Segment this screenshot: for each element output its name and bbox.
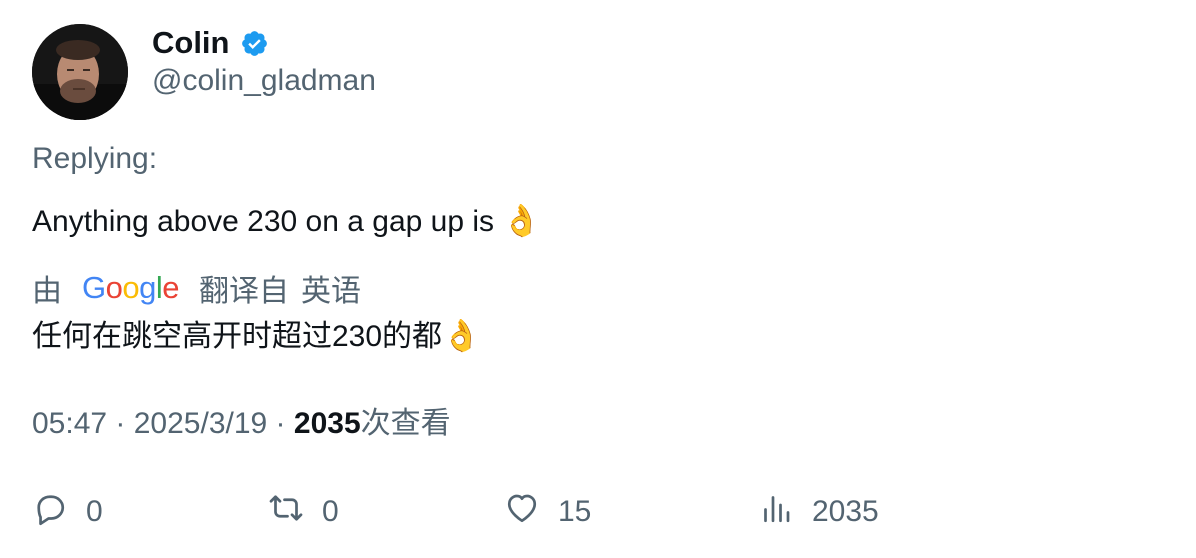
tweet-meta: 05:47 · 2025/3/19 · 2035次查看 — [32, 404, 451, 444]
retweet-button[interactable]: 0 — [268, 488, 339, 536]
views-button[interactable]: 2035 — [758, 488, 879, 536]
tweet: Colin @colin_gladman Replying: Anything … — [0, 0, 1196, 558]
google-logo: Google — [82, 270, 180, 305]
views-action-count: 2035 — [812, 495, 879, 528]
avatar-photo — [32, 24, 128, 120]
translation-attribution: 由 Google 翻译自 英语 — [32, 268, 361, 308]
like-count: 15 — [558, 495, 592, 528]
reply-count: 0 — [86, 495, 103, 528]
tweet-date[interactable]: 2025/3/19 — [134, 407, 267, 440]
replying-label: Replying: — [32, 142, 158, 175]
meta-separator: · — [267, 407, 294, 440]
analytics-icon — [758, 490, 794, 534]
author-name-row: Colin — [152, 24, 269, 62]
tweet-text-content: Anything above 230 on a gap up is — [32, 205, 495, 238]
tweet-time[interactable]: 05:47 — [32, 407, 107, 440]
like-button[interactable]: 15 — [504, 488, 591, 536]
translated-text-content: 任何在跳空高开时超过230的都 — [32, 320, 443, 353]
translated-text: 任何在跳空高开时超过230的都👌 — [32, 314, 481, 359]
retweet-icon — [268, 490, 304, 534]
translated-from-label: 翻译自 — [199, 275, 290, 308]
meta-separator: · — [107, 407, 134, 440]
translation-prefix: 由 — [32, 275, 62, 308]
tweet-text: Anything above 230 on a gap up is 👌 — [32, 201, 541, 242]
avatar[interactable] — [32, 24, 128, 120]
views-count: 2035 — [293, 407, 361, 440]
action-bar: 0 0 15 2035 — [0, 488, 1196, 536]
ok-hand-emoji: 👌 — [442, 318, 481, 354]
retweet-count: 0 — [322, 495, 339, 528]
verified-badge-icon[interactable] — [240, 29, 269, 58]
views-label: 次查看 — [360, 407, 451, 440]
author-handle[interactable]: @colin_gladman — [152, 63, 376, 99]
reply-icon — [32, 490, 68, 534]
ok-hand-emoji: 👌 — [502, 203, 541, 239]
heart-icon — [504, 490, 540, 534]
source-language: 英语 — [301, 275, 362, 308]
reply-button[interactable]: 0 — [32, 488, 103, 536]
display-name[interactable]: Colin — [152, 24, 230, 62]
